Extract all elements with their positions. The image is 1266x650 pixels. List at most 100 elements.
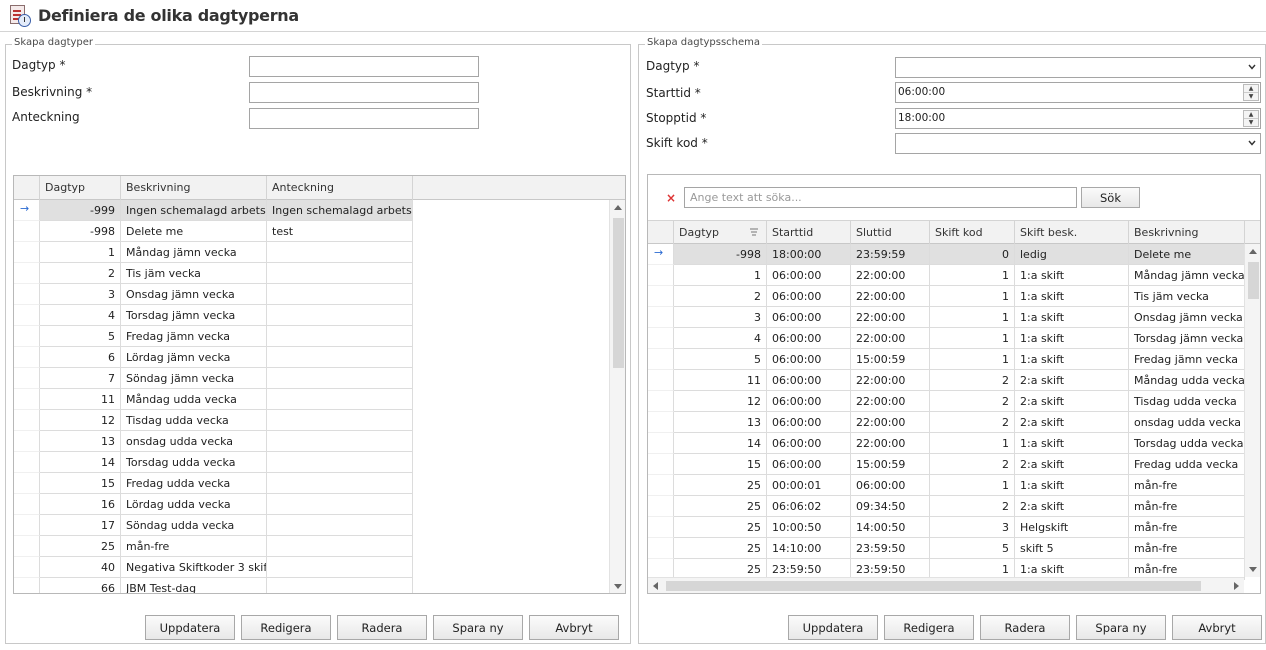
- cell-beskrivning[interactable]: mån-fre: [1129, 496, 1245, 517]
- cell-beskrivning[interactable]: Onsdag jämn vecka: [121, 284, 267, 305]
- table-row[interactable]: 1 Måndag jämn vecka: [14, 242, 609, 263]
- cell-dagtyp[interactable]: 16: [40, 494, 121, 515]
- uppdatera-button[interactable]: Uppdatera: [788, 615, 878, 640]
- cell-beskrivning[interactable]: Torsdag jämn vecka: [121, 305, 267, 326]
- row-indicator[interactable]: [648, 454, 674, 475]
- cell-skiftkod[interactable]: 3: [930, 517, 1015, 538]
- cell-anteckning[interactable]: [267, 284, 413, 305]
- cell-beskrivning[interactable]: mån-fre: [1129, 517, 1245, 538]
- cell-starttid[interactable]: 06:00:00: [767, 370, 851, 391]
- table-row[interactable]: 25 06:06:02 09:34:50 2 2:a skift mån-fre: [648, 496, 1245, 517]
- row-indicator[interactable]: [14, 536, 40, 557]
- table-row[interactable]: 2 06:00:00 22:00:00 1 1:a skift Tis jäm vecka: [648, 286, 1245, 307]
- cell-beskrivning[interactable]: Onsdag jämn vecka: [1129, 307, 1245, 328]
- current-row-arrow-icon[interactable]: [648, 244, 674, 265]
- cell-anteckning[interactable]: [267, 326, 413, 347]
- cell-starttid[interactable]: 06:06:02: [767, 496, 851, 517]
- cell-dagtyp[interactable]: 15: [674, 454, 767, 475]
- cell-dagtyp[interactable]: 6: [40, 347, 121, 368]
- cell-skiftbesk[interactable]: 2:a skift: [1015, 454, 1129, 475]
- cell-skiftkod[interactable]: 2: [930, 391, 1015, 412]
- table-row[interactable]: 3 Onsdag jämn vecka: [14, 284, 609, 305]
- row-indicator[interactable]: [14, 347, 40, 368]
- cell-skiftkod[interactable]: 1: [930, 433, 1015, 454]
- row-indicator[interactable]: [648, 286, 674, 307]
- stopptid-spin-buttons[interactable]: ▲ ▼: [1243, 110, 1259, 127]
- table-row[interactable]: 5 Fredag jämn vecka: [14, 326, 609, 347]
- row-indicator[interactable]: [14, 389, 40, 410]
- radera-button[interactable]: Radera: [980, 615, 1070, 640]
- cell-starttid[interactable]: 18:00:00: [767, 244, 851, 265]
- spin-down-icon[interactable]: ▼: [1244, 93, 1258, 101]
- cell-skiftbesk[interactable]: 1:a skift: [1015, 265, 1129, 286]
- cell-skiftkod[interactable]: 2: [930, 496, 1015, 517]
- table-row[interactable]: 11 Måndag udda vecka: [14, 389, 609, 410]
- table-row[interactable]: 15 Fredag udda vecka: [14, 473, 609, 494]
- stopptid-spinner[interactable]: 18:00:00 ▲ ▼: [895, 108, 1261, 129]
- scroll-thumb[interactable]: [666, 581, 1201, 591]
- cell-beskrivning[interactable]: mån-fre: [1129, 538, 1245, 559]
- col-header-beskrivning[interactable]: Beskrivning: [1129, 221, 1245, 245]
- col-header-dagtyp[interactable]: Dagtyp: [40, 176, 121, 200]
- cell-sluttid[interactable]: 23:59:59: [851, 244, 930, 265]
- row-indicator[interactable]: [648, 496, 674, 517]
- cell-beskrivning[interactable]: Fredag jämn vecka: [1129, 349, 1245, 370]
- cell-starttid[interactable]: 06:00:00: [767, 391, 851, 412]
- cell-skiftbesk[interactable]: 1:a skift: [1015, 433, 1129, 454]
- table-row[interactable]: 40 Negativa Skiftkoder 3 skift: [14, 557, 609, 578]
- scroll-left-icon[interactable]: [653, 582, 658, 590]
- cell-dagtyp[interactable]: 12: [674, 391, 767, 412]
- row-indicator[interactable]: [14, 431, 40, 452]
- cell-beskrivning[interactable]: Tis jäm vecka: [121, 263, 267, 284]
- cell-skiftkod[interactable]: 1: [930, 265, 1015, 286]
- cell-beskrivning[interactable]: onsdag udda vecka: [121, 431, 267, 452]
- cell-skiftkod[interactable]: 1: [930, 307, 1015, 328]
- cell-sluttid[interactable]: 22:00:00: [851, 307, 930, 328]
- spin-down-icon[interactable]: ▼: [1244, 119, 1258, 127]
- cell-skiftkod[interactable]: 1: [930, 349, 1015, 370]
- cell-dagtyp[interactable]: 25: [674, 475, 767, 496]
- cell-anteckning[interactable]: [267, 410, 413, 431]
- cell-beskrivning[interactable]: mån-fre: [1129, 475, 1245, 496]
- skiftkod-dropdown[interactable]: [895, 133, 1261, 154]
- cell-sluttid[interactable]: 09:34:50: [851, 496, 930, 517]
- cell-beskrivning[interactable]: onsdag udda vecka: [1129, 412, 1245, 433]
- cell-anteckning[interactable]: test: [267, 221, 413, 242]
- row-indicator[interactable]: [14, 221, 40, 242]
- cell-beskrivning[interactable]: Tisdag udda vecka: [121, 410, 267, 431]
- col-header-anteckning[interactable]: Anteckning: [267, 176, 413, 200]
- cell-beskrivning[interactable]: Torsdag jämn vecka: [1129, 328, 1245, 349]
- cell-dagtyp[interactable]: 7: [40, 368, 121, 389]
- cell-beskrivning[interactable]: Delete me: [1129, 244, 1245, 265]
- cell-sluttid[interactable]: 14:00:50: [851, 517, 930, 538]
- row-indicator[interactable]: [14, 557, 40, 578]
- starttid-spin-buttons[interactable]: ▲ ▼: [1243, 84, 1259, 101]
- cell-sluttid[interactable]: 22:00:00: [851, 433, 930, 454]
- cell-anteckning[interactable]: [267, 368, 413, 389]
- right-grid-vertical-scrollbar[interactable]: [1244, 244, 1260, 577]
- cell-sluttid[interactable]: 06:00:00: [851, 475, 930, 496]
- cell-skiftbesk[interactable]: 2:a skift: [1015, 370, 1129, 391]
- row-indicator[interactable]: [648, 370, 674, 391]
- table-row[interactable]: 17 Söndag udda vecka: [14, 515, 609, 536]
- cell-skiftkod[interactable]: 1: [930, 286, 1015, 307]
- row-indicator[interactable]: [14, 578, 40, 593]
- cell-skiftkod[interactable]: 5: [930, 538, 1015, 559]
- cell-anteckning[interactable]: [267, 452, 413, 473]
- table-row[interactable]: -999Ingen schemalagd arbetstidIngen sche…: [14, 200, 609, 221]
- cell-skiftbesk[interactable]: 2:a skift: [1015, 391, 1129, 412]
- table-row[interactable]: 6 Lördag jämn vecka: [14, 347, 609, 368]
- col-header-sluttid[interactable]: Sluttid: [851, 221, 930, 245]
- current-row-arrow-icon[interactable]: [14, 200, 40, 221]
- cell-dagtyp[interactable]: 3: [674, 307, 767, 328]
- table-row[interactable]: 1 06:00:00 22:00:00 1 1:a skift Måndag jämn v…: [648, 265, 1245, 286]
- cell-skiftkod[interactable]: 1: [930, 328, 1015, 349]
- row-indicator[interactable]: [14, 326, 40, 347]
- cell-beskrivning[interactable]: Måndag udda vecka: [1129, 370, 1245, 391]
- row-indicator[interactable]: [648, 391, 674, 412]
- cell-beskrivning[interactable]: Lördag udda vecka: [121, 494, 267, 515]
- row-indicator[interactable]: [648, 307, 674, 328]
- dagtyper-grid[interactable]: Dagtyp Beskrivning Anteckning -999Ingen …: [13, 175, 626, 594]
- cell-starttid[interactable]: 06:00:00: [767, 265, 851, 286]
- cell-dagtyp[interactable]: 11: [40, 389, 121, 410]
